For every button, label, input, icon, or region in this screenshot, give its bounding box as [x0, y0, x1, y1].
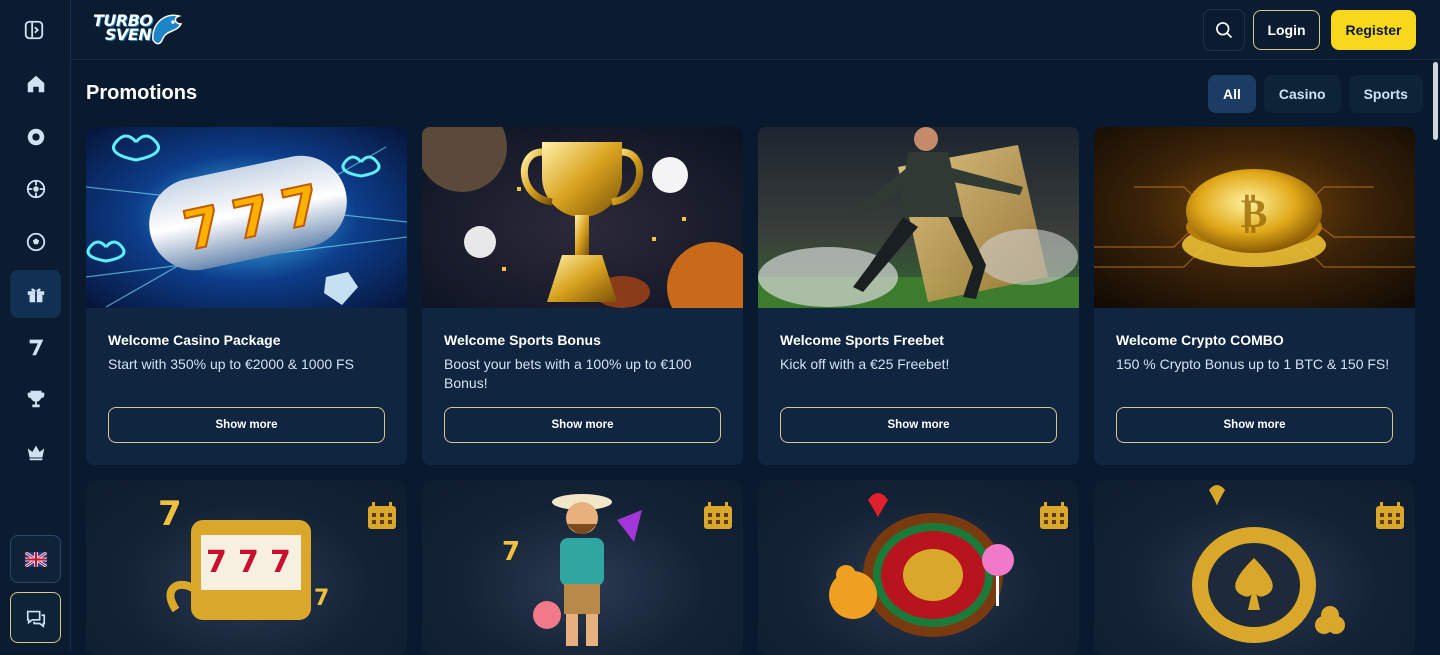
tab-sports[interactable]: Sports	[1348, 75, 1423, 113]
uk-flag-icon	[24, 551, 47, 567]
show-more-button[interactable]: Show more	[444, 407, 721, 443]
tab-all[interactable]: All	[1208, 75, 1256, 113]
promo-description: Kick off with a €25 Freebet!	[780, 356, 950, 372]
promo-title: Welcome Casino Package	[108, 332, 281, 348]
show-more-button[interactable]: Show more	[108, 407, 385, 443]
promo-title: Welcome Sports Freebet	[780, 332, 944, 348]
show-more-button[interactable]: Show more	[1116, 407, 1393, 443]
language-selector[interactable]	[10, 535, 61, 583]
crown-icon	[27, 445, 44, 461]
slot-777-image: 777	[86, 127, 407, 308]
bitcoin-coin-image: ₿	[1094, 127, 1415, 308]
live-chat-button[interactable]	[10, 592, 61, 643]
calendar-icon	[1376, 502, 1404, 529]
brand-logo[interactable]: TURBO SVEN	[89, 8, 185, 52]
sidebar	[0, 0, 71, 651]
promo-description: Start with 350% up to €2000 & 1000 FS	[108, 356, 354, 372]
dragon-logo-icon	[152, 14, 183, 45]
promo-card-casino-package: 777 Welcome Casino Package Start with 35…	[86, 127, 407, 465]
svg-text:7: 7	[270, 545, 291, 580]
cowboy-character-image: 7	[502, 494, 642, 646]
promo-card-sports-bonus: Welcome Sports Bonus Boost your bets wit…	[422, 127, 743, 465]
promo-card-cowboy[interactable]: 7	[422, 480, 743, 655]
svg-text:7: 7	[502, 537, 520, 567]
sidebar-item-sports[interactable]	[10, 218, 61, 266]
roulette-wheel-image	[829, 493, 1014, 637]
sidebar-item-tournaments[interactable]	[10, 375, 61, 423]
promo-description: 150 % Crypto Bonus up to 1 BTC & 150 FS!	[1116, 356, 1390, 372]
top-header: TURBO SVEN Login Register	[71, 0, 1440, 60]
tab-casino[interactable]: Casino	[1263, 75, 1341, 113]
calendar-icon	[1040, 502, 1068, 529]
sidebar-item-vip[interactable]	[10, 428, 61, 476]
chat-icon	[26, 610, 45, 628]
trophy-icon	[27, 390, 44, 408]
page-title: Promotions	[86, 82, 198, 104]
sidebar-item-home[interactable]	[10, 60, 61, 108]
svg-text:7: 7	[206, 545, 227, 580]
sidebar-toggle-icon[interactable]	[20, 17, 48, 43]
home-icon	[27, 75, 44, 93]
svg-text:7: 7	[314, 586, 329, 611]
login-button[interactable]: Login	[1253, 10, 1320, 50]
register-button[interactable]: Register	[1331, 10, 1416, 50]
search-icon	[1216, 22, 1233, 39]
calendar-icon	[368, 502, 396, 529]
promo-card-crypto-combo: ₿ Welcome Crypto COMBO 150 % Crypto Bonu…	[1094, 127, 1415, 465]
sidebar-item-roulette[interactable]	[10, 165, 61, 213]
promotion-filter-tabs: All Casino Sports	[1208, 75, 1423, 113]
show-more-button[interactable]: Show more	[780, 407, 1057, 443]
seven-icon	[29, 339, 43, 356]
promo-title: Welcome Crypto COMBO	[1116, 332, 1284, 348]
roulette-icon	[26, 179, 45, 199]
promo-card-roulette[interactable]	[758, 480, 1079, 655]
promo-card-sports-freebet: Welcome Sports Freebet Kick off with a €…	[758, 127, 1079, 465]
page-scrollbar[interactable]	[1431, 60, 1440, 651]
promo-card-poker-chip[interactable]	[1094, 480, 1415, 655]
search-button[interactable]	[1203, 9, 1245, 51]
svg-text:7: 7	[158, 494, 182, 534]
football-player-image	[758, 127, 1079, 308]
sidebar-item-promotions[interactable]	[10, 270, 61, 318]
svg-text:7: 7	[238, 545, 259, 580]
slot-machine-image: 777 7 7	[158, 494, 329, 620]
promo-card-slot-machine[interactable]: 777 7 7	[86, 480, 407, 655]
casino-chip-icon	[27, 128, 44, 146]
svg-text:₿: ₿	[1241, 191, 1268, 237]
calendar-icon	[704, 502, 732, 529]
football-icon	[26, 232, 45, 252]
trophy-image	[422, 127, 743, 308]
promo-title: Welcome Sports Bonus	[444, 332, 601, 348]
sidebar-item-slots[interactable]	[10, 323, 61, 371]
scrollbar-thumb[interactable]	[1433, 62, 1438, 140]
gift-icon	[27, 288, 44, 303]
poker-chip-image	[1192, 485, 1345, 643]
sidebar-item-casino[interactable]	[10, 113, 61, 161]
promo-description: Boost your bets with a 100% up to €100 B…	[444, 356, 692, 391]
